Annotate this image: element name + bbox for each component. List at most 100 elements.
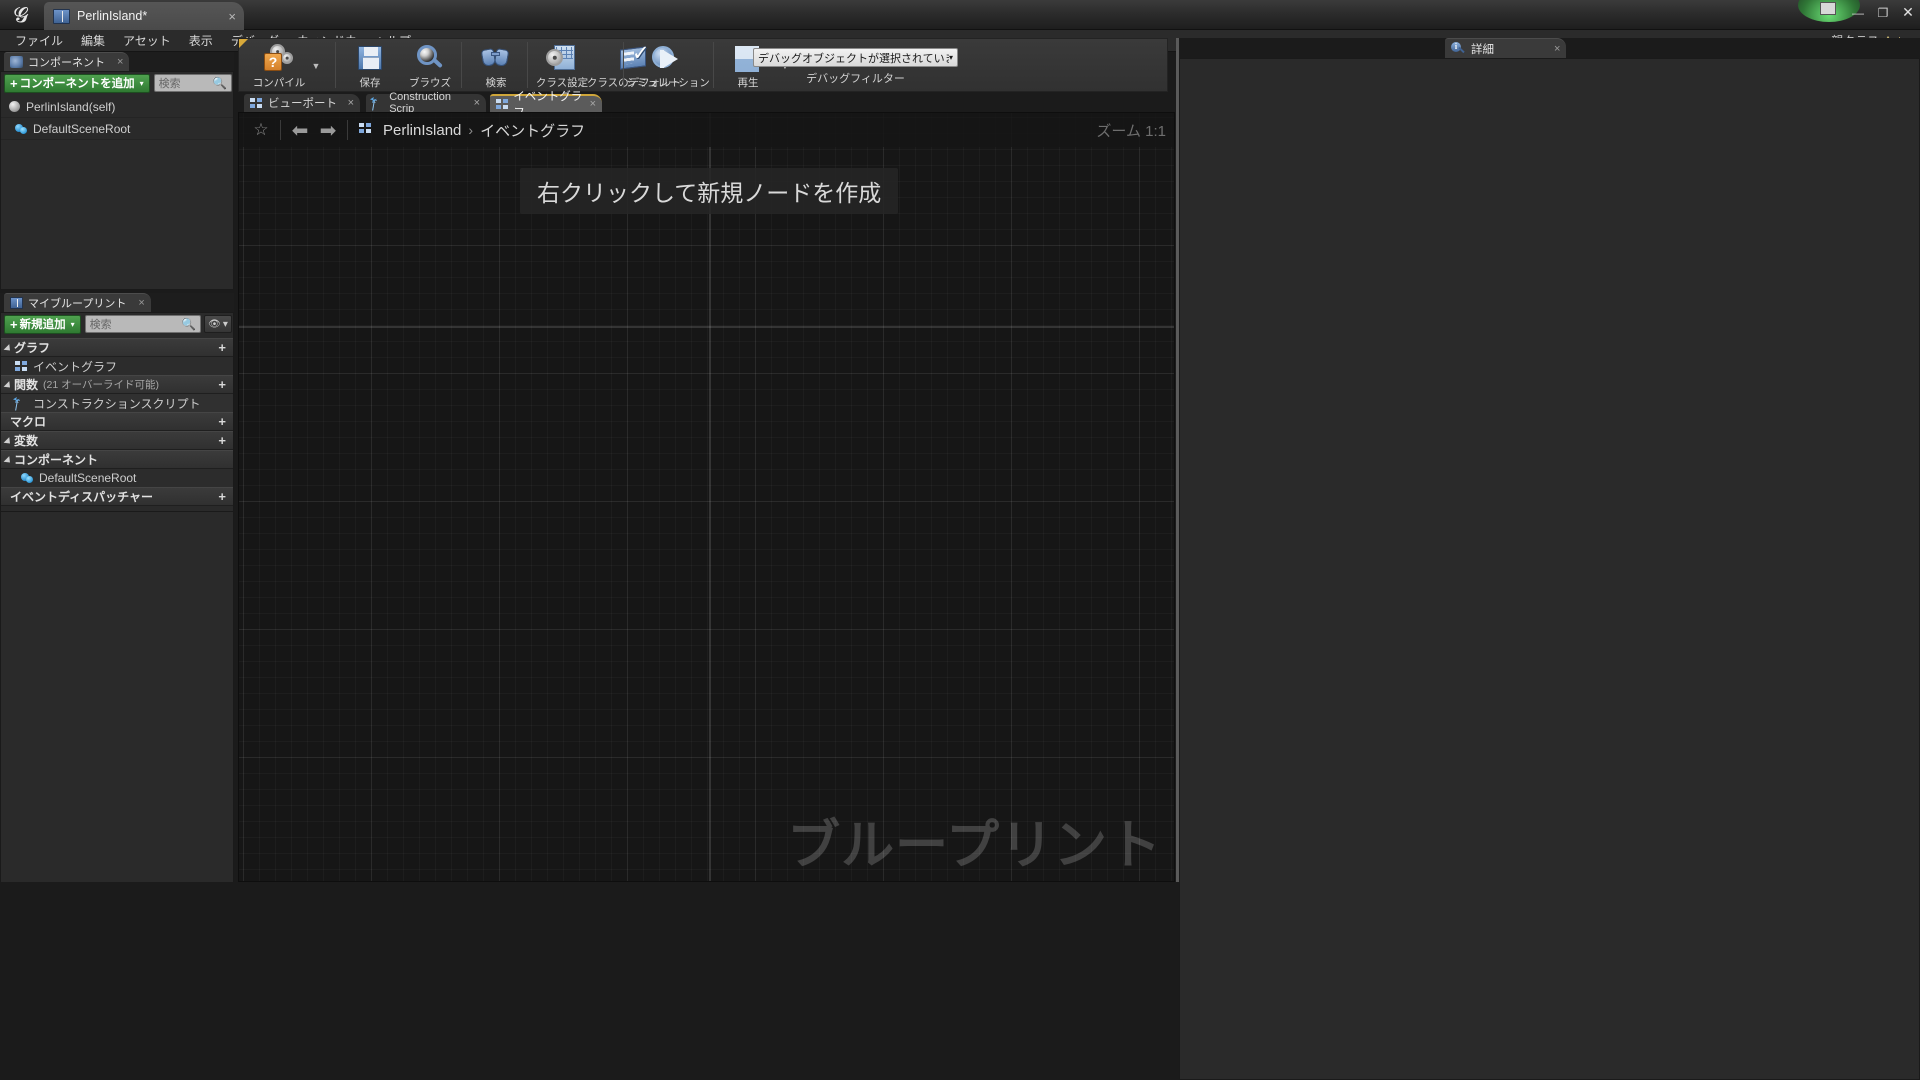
event-graph-canvas-host[interactable]: ☆ ⬅ ➡ PerlinIsland › イベントグラフ ズーム 1:1 右クリ… bbox=[238, 112, 1175, 882]
toolbar-separator bbox=[623, 42, 624, 88]
tab-my-blueprint[interactable]: マイブループリント × bbox=[4, 293, 151, 312]
compile-button[interactable]: ? コンパイル bbox=[249, 39, 309, 93]
component-tree-row-label: DefaultSceneRoot bbox=[33, 122, 130, 136]
blueprint-icon bbox=[10, 297, 23, 309]
close-icon[interactable]: × bbox=[348, 97, 354, 109]
event-graph-icon bbox=[496, 99, 508, 110]
section-header-label: 変数 bbox=[14, 432, 38, 449]
event-graph-icon bbox=[359, 123, 376, 137]
simulate-button[interactable]: シミュレーション bbox=[628, 39, 708, 93]
chevron-down-icon bbox=[4, 381, 13, 390]
my-blueprint-panel: マイブループリント × + 新規追加 ▾ 検索 🔍 👁 ▾ bbox=[0, 293, 234, 933]
eye-icon: 👁 bbox=[208, 319, 221, 330]
component-tree-row-scene-root[interactable]: DefaultSceneRoot bbox=[1, 118, 233, 140]
view-options-button[interactable]: 👁 ▾ bbox=[204, 315, 232, 333]
minimize-icon[interactable]: — bbox=[1850, 6, 1866, 20]
class-settings-icon bbox=[545, 43, 579, 73]
function-icon: f bbox=[15, 397, 28, 409]
graph-hint-banner: 右クリックして新規ノードを作成 bbox=[520, 168, 898, 214]
document-tab[interactable]: PerlinIsland* × bbox=[44, 2, 244, 30]
add-new-label: 新規追加 bbox=[20, 316, 66, 332]
simulate-label: シミュレーション bbox=[626, 75, 710, 90]
my-blueprint-toolbar: + 新規追加 ▾ 検索 🔍 👁 ▾ bbox=[1, 313, 235, 335]
debug-filter-caption: デバッグフィルター bbox=[753, 70, 958, 86]
actor-root-icon bbox=[9, 101, 20, 112]
close-icon[interactable]: × bbox=[1554, 43, 1560, 55]
menu-item-edit[interactable]: 編集 bbox=[72, 30, 114, 51]
add-variable-button[interactable]: + bbox=[218, 433, 226, 448]
tab-details-label: 詳細 bbox=[1471, 41, 1494, 57]
tab-construction-script[interactable]: f Construction Scrip × bbox=[366, 94, 486, 112]
list-item-construction-script[interactable]: f コンストラクションスクリプト bbox=[1, 394, 233, 412]
blueprint-editor-window: 𝓖 PerlinIsland* × — ❐ ✕ ファイル 編集 アセット 表示 … bbox=[0, 0, 1920, 1080]
components-panel: コンポーネント × + コンポーネントを追加 ▾ 検索 🔍 PerlinI bbox=[0, 52, 234, 290]
add-component-button[interactable]: + コンポーネントを追加 ▾ bbox=[4, 74, 150, 93]
components-body: + コンポーネントを追加 ▾ 検索 🔍 PerlinIsland(self) D… bbox=[0, 71, 234, 290]
component-tree-row-root[interactable]: PerlinIsland(self) bbox=[1, 96, 233, 118]
blueprint-icon bbox=[53, 9, 70, 24]
chevron-down-icon: ▾ bbox=[949, 53, 953, 62]
debug-object-value: デバッグオブジェクトが選択されていません bbox=[758, 50, 949, 66]
close-icon[interactable]: × bbox=[138, 297, 144, 309]
chevron-down-icon bbox=[4, 344, 13, 353]
breadcrumb-separator: › bbox=[468, 122, 473, 138]
section-header-graphs[interactable]: グラフ + bbox=[1, 338, 233, 357]
my-blueprint-body: + 新規追加 ▾ 検索 🔍 👁 ▾ グラフ + bbox=[0, 312, 234, 512]
close-icon[interactable]: × bbox=[228, 9, 236, 24]
section-header-components[interactable]: コンポーネント bbox=[1, 450, 233, 469]
details-panel: 詳細 × bbox=[1179, 38, 1920, 1080]
debug-object-select[interactable]: デバッグオブジェクトが選択されていません ▾ bbox=[753, 48, 958, 67]
favorite-icon[interactable]: ☆ bbox=[247, 117, 275, 143]
tab-my-blueprint-label: マイブループリント bbox=[28, 295, 126, 311]
close-window-icon[interactable]: ✕ bbox=[1900, 4, 1916, 21]
list-item-default-scene-root[interactable]: DefaultSceneRoot bbox=[1, 469, 233, 487]
toolbar-separator bbox=[527, 42, 528, 88]
back-arrow-icon[interactable]: ⬅ bbox=[286, 117, 314, 143]
components-search-input[interactable]: 検索 🔍 bbox=[154, 74, 232, 92]
menu-item-asset[interactable]: アセット bbox=[114, 30, 180, 51]
graph-origin-horizontal-axis bbox=[239, 326, 1175, 328]
section-header-functions[interactable]: 関数 (21 オーバーライド可能) + bbox=[1, 375, 233, 394]
section-header-label: イベントディスパッチャー bbox=[10, 488, 153, 505]
close-icon[interactable]: × bbox=[590, 98, 596, 110]
tab-components[interactable]: コンポーネント × bbox=[4, 52, 129, 71]
chevron-down-icon bbox=[4, 456, 13, 465]
close-icon[interactable]: × bbox=[117, 56, 123, 68]
breadcrumb-segment-graph[interactable]: イベントグラフ bbox=[480, 120, 585, 141]
add-macro-button[interactable]: + bbox=[218, 414, 226, 429]
list-item-label: DefaultSceneRoot bbox=[39, 471, 136, 485]
save-icon bbox=[353, 43, 387, 73]
my-blueprint-search-input[interactable]: 検索 🔍 bbox=[85, 315, 201, 333]
compile-dropdown-caret[interactable]: ▼ bbox=[309, 39, 323, 93]
toolbar-separator bbox=[280, 120, 281, 140]
tab-event-graph[interactable]: イベントグラフ × bbox=[490, 94, 602, 112]
add-function-button[interactable]: + bbox=[218, 377, 226, 392]
main-toolbar: ? コンパイル ▼ 保存 ブラウズ 検索 bbox=[238, 38, 1168, 92]
section-header-variables[interactable]: 変数 + bbox=[1, 431, 233, 450]
add-graph-button[interactable]: + bbox=[218, 340, 226, 355]
add-event-dispatcher-button[interactable]: + bbox=[218, 489, 226, 504]
class-settings-button[interactable]: クラス設定 bbox=[532, 39, 592, 93]
event-graph-canvas[interactable] bbox=[239, 113, 1175, 882]
list-item-event-graph[interactable]: イベントグラフ bbox=[1, 357, 233, 375]
menu-item-view[interactable]: 表示 bbox=[180, 30, 222, 51]
compile-icon: ? bbox=[262, 43, 296, 73]
find-button[interactable]: 検索 bbox=[466, 39, 526, 93]
browse-button[interactable]: ブラウズ bbox=[400, 39, 460, 93]
maximize-icon[interactable]: ❐ bbox=[1875, 6, 1891, 20]
menu-item-file[interactable]: ファイル bbox=[6, 30, 72, 51]
details-body[interactable] bbox=[1179, 58, 1920, 1080]
section-header-event-dispatchers[interactable]: イベントディスパッチャー + bbox=[1, 487, 233, 506]
tab-details[interactable]: 詳細 × bbox=[1445, 38, 1566, 58]
close-icon[interactable]: × bbox=[474, 97, 480, 109]
toolbar-corner-marker bbox=[239, 39, 248, 48]
forward-arrow-icon[interactable]: ➡ bbox=[314, 117, 342, 143]
tab-viewport[interactable]: ビューポート × bbox=[244, 94, 360, 112]
function-icon: f bbox=[372, 97, 384, 109]
add-new-button[interactable]: + 新規追加 ▾ bbox=[4, 315, 81, 334]
save-button[interactable]: 保存 bbox=[340, 39, 400, 93]
breadcrumb-segment-blueprint[interactable]: PerlinIsland bbox=[383, 122, 461, 139]
section-header-macros[interactable]: マクロ + bbox=[1, 412, 233, 431]
find-icon bbox=[479, 43, 513, 73]
viewport-orb-square-decoration bbox=[1820, 2, 1836, 15]
